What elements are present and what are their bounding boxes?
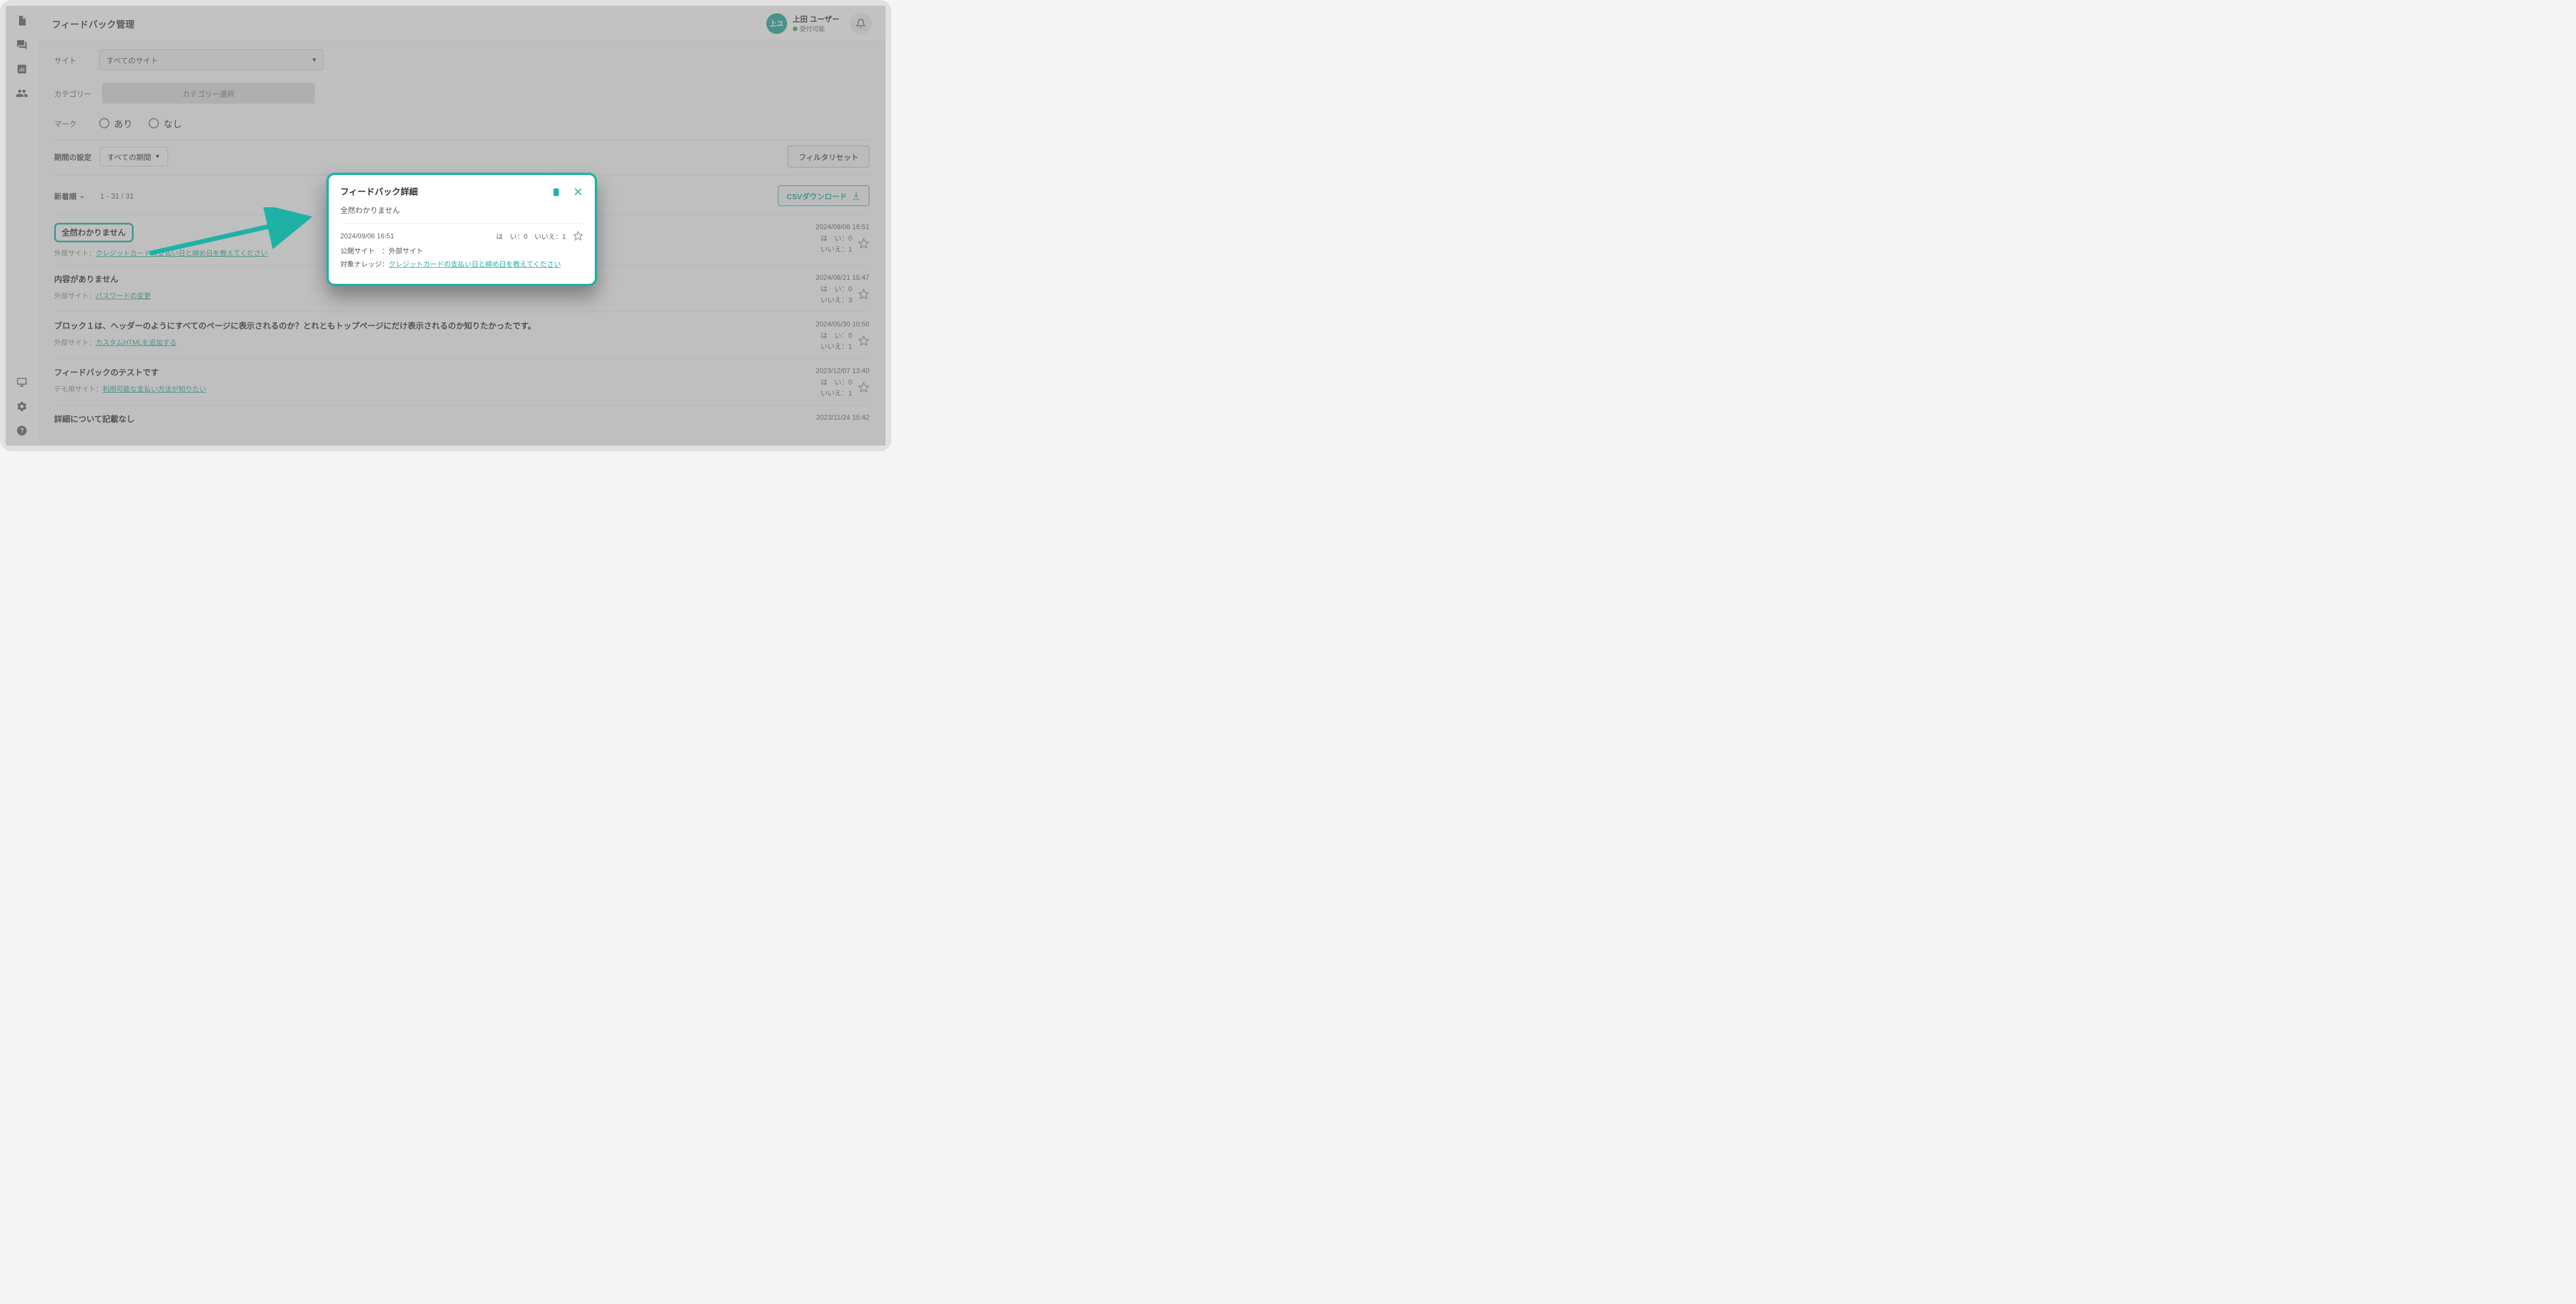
modal-publish-site: 公開サイト ：外部サイト (340, 246, 583, 256)
user-name: 上田 ユーザー (793, 13, 839, 24)
feedback-detail-modal: フィードバック詳細 全然わかりません 2024/09/06 16:51 は い：… (326, 173, 597, 286)
svg-text:?: ? (20, 427, 24, 435)
mark-filter-label: マーク (54, 118, 89, 129)
csv-download-button[interactable]: CSVダウンロード (778, 185, 869, 206)
avatar: 上ユ (766, 13, 787, 34)
star-icon[interactable] (858, 238, 869, 249)
knowledge-link[interactable]: 利用可能な支払い方法が知りたい (102, 385, 206, 393)
knowledge-link[interactable]: クレジットカードの支払い日と締め日を教えてください (96, 249, 268, 257)
knowledge-link[interactable]: パスワードの変更 (96, 292, 151, 300)
nav-analytics-icon[interactable] (15, 62, 29, 76)
category-select[interactable]: カテゴリー選択 (102, 83, 315, 104)
star-icon[interactable] (858, 335, 869, 347)
category-filter-label: カテゴリー (54, 88, 92, 99)
period-label: 期間の設定 (54, 151, 92, 162)
nav-chat-icon[interactable] (15, 38, 29, 52)
user-status: 受付可能 (793, 24, 839, 33)
delete-button[interactable] (551, 187, 561, 197)
site-select[interactable]: すべてのサイト ▾ (99, 50, 324, 70)
sidebar: ? (6, 6, 38, 446)
nav-monitor-icon[interactable] (15, 375, 29, 389)
knowledge-link[interactable]: カスタムHTMLを追加する (96, 339, 177, 347)
status-dot-icon (793, 26, 797, 31)
list-item[interactable]: フィードバックのテストです デモ用サイト：利用可能な支払い方法が知りたい 202… (54, 358, 869, 405)
close-button[interactable] (573, 187, 583, 197)
star-icon[interactable] (858, 382, 869, 393)
modal-title: フィードバック詳細 (340, 185, 418, 197)
period-select[interactable]: すべての期間 ▼ (100, 147, 168, 166)
page-title: フィードバック管理 (52, 17, 135, 31)
mark-radio-yes[interactable]: あり (99, 116, 132, 130)
nav-users-icon[interactable] (15, 86, 29, 100)
modal-timestamp: 2024/09/06 16:51 (340, 232, 394, 240)
list-item[interactable]: 詳細について記載なし 2023/11/24 15:42 (54, 405, 869, 438)
star-icon[interactable] (573, 231, 583, 241)
topbar: フィードバック管理 上ユ 上田 ユーザー 受付可能 (38, 6, 886, 41)
user-menu[interactable]: 上ユ 上田 ユーザー 受付可能 (766, 13, 839, 34)
chevron-down-icon: ▼ (155, 154, 161, 160)
item-date: 2024/09/06 16:51 (772, 223, 869, 231)
filter-panel: サイト すべてのサイト ▾ カテゴリー カテゴリー選択 マーク あり なし (38, 41, 886, 139)
radio-icon (99, 118, 109, 128)
nav-docs-icon[interactable] (15, 14, 29, 28)
modal-subject: 全然わかりません (340, 204, 583, 215)
chevron-down-icon: ▾ (312, 55, 316, 64)
star-icon[interactable] (858, 288, 869, 300)
sort-select[interactable]: 新着順 ⌄ (54, 191, 85, 202)
filter-reset-button[interactable]: フィルタリセット (788, 146, 869, 168)
highlighted-feedback-title: 全然わかりません (54, 223, 134, 242)
notifications-button[interactable] (850, 13, 872, 35)
nav-settings-icon[interactable] (15, 400, 29, 413)
mark-radio-no[interactable]: なし (149, 116, 182, 130)
list-item[interactable]: ブロック１は、ヘッダーのようにすべてのページに表示されるのか？とれともトップペー… (54, 311, 869, 358)
modal-target-knowledge: 対象ナレッジ：クレジットカードの支払い日と締め日を教えてください (340, 259, 583, 269)
chevron-down-icon: ⌄ (79, 191, 85, 200)
radio-icon (149, 118, 159, 128)
nav-help-icon[interactable]: ? (15, 424, 29, 438)
result-count: 1 - 31 / 31 (100, 192, 134, 200)
site-filter-label: サイト (54, 55, 89, 66)
modal-knowledge-link[interactable]: クレジットカードの支払い日と締め日を教えてください (389, 260, 561, 268)
